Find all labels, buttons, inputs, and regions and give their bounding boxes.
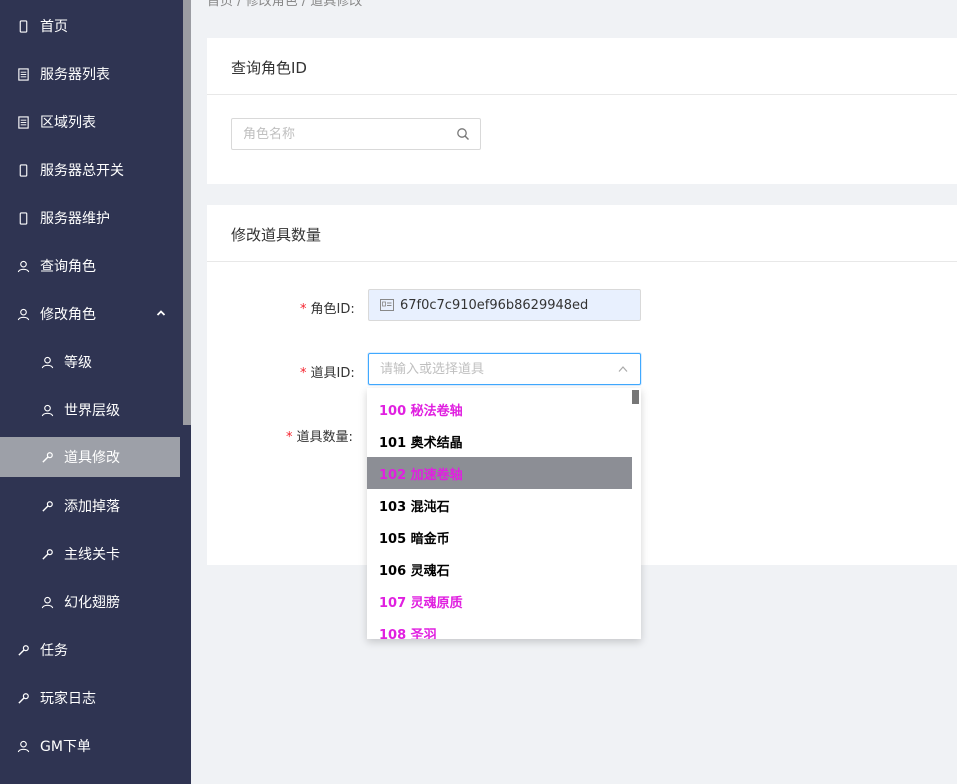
role-id-value: 67f0c7c910ef96b8629948ed: [400, 297, 589, 313]
sidebar-item-gm-order[interactable]: GM下单: [0, 726, 180, 766]
label-colon: :: [350, 302, 355, 317]
user-icon: [40, 595, 54, 609]
option-text: 105 暗金币: [379, 531, 450, 547]
dropdown-scrollbar[interactable]: [632, 390, 639, 404]
wrench-icon: [16, 691, 30, 705]
option-text: 103 混沌石: [379, 499, 450, 515]
option-text: 101 奥术结晶: [379, 435, 463, 451]
list-icon: [16, 115, 30, 129]
chevron-up-icon[interactable]: [618, 365, 628, 373]
dropdown-option-highlighted[interactable]: 102 加速卷轴: [367, 457, 632, 489]
dropdown-option[interactable]: 106 灵魂石: [367, 553, 632, 585]
sidebar-item-home[interactable]: 首页: [0, 6, 180, 46]
sidebar: 首页 服务器列表 区域列表 服务器总开关 服务器维护 查询角色 修改角色 等级 …: [0, 0, 191, 784]
option-text: 106 灵魂石: [379, 563, 450, 579]
sidebar-item-player-log[interactable]: 玩家日志: [0, 678, 180, 718]
sidebar-item-label: 服务器维护: [40, 211, 110, 227]
option-text: 100 秘法卷轴: [379, 403, 463, 419]
role-id-field[interactable]: 67f0c7c910ef96b8629948ed: [368, 289, 641, 321]
breadcrumb: 首页 / 修改角色 / 道具修改: [207, 0, 363, 9]
sidebar-item-label: 修改角色: [40, 307, 96, 323]
item-id-select[interactable]: [368, 353, 641, 385]
sidebar-item-label: 添加掉落: [64, 499, 120, 515]
dropdown-option[interactable]: 100 秘法卷轴: [367, 393, 632, 425]
dropdown-option[interactable]: 103 混沌石: [367, 489, 632, 521]
label-text: 道具ID: [310, 366, 351, 381]
item-id-input[interactable]: [369, 354, 599, 384]
divider: [207, 94, 957, 95]
mobile-icon: [16, 163, 30, 177]
card-title: 查询角色ID: [231, 59, 307, 77]
dropdown-option[interactable]: 101 奥术结晶: [367, 425, 632, 457]
label-colon: :: [350, 366, 355, 381]
user-icon: [16, 739, 30, 753]
sidebar-scrollbar[interactable]: [183, 0, 191, 425]
sidebar-item-label: GM下单: [40, 739, 91, 755]
label-text: 道具数量: [296, 430, 349, 445]
wrench-icon: [16, 643, 30, 657]
chevron-up-icon: [156, 310, 166, 316]
sidebar-item-label: 查询角色: [40, 259, 96, 275]
dropdown-option[interactable]: 107 灵魂原质: [367, 585, 632, 617]
required-mark: *: [286, 430, 293, 445]
sidebar-item-label: 主线关卡: [64, 547, 120, 563]
user-icon: [16, 259, 30, 273]
user-icon: [40, 355, 54, 369]
mobile-icon: [16, 211, 30, 225]
sidebar-item-level[interactable]: 等级: [0, 342, 180, 382]
sidebar-item-item-modify[interactable]: 道具修改: [0, 437, 180, 477]
search-input[interactable]: [232, 119, 432, 149]
sidebar-item-modify-role[interactable]: 修改角色: [0, 294, 180, 334]
role-id-label: * 角色ID:: [300, 298, 355, 317]
option-text: 108 圣羽: [379, 627, 437, 640]
item-count-label: * 道具数量:: [286, 426, 353, 445]
sidebar-item-query-role[interactable]: 查询角色: [0, 246, 180, 286]
sidebar-item-label: 首页: [40, 19, 68, 35]
sidebar-item-label: 玩家日志: [40, 691, 96, 707]
sidebar-item-tasks[interactable]: 任务: [0, 630, 180, 670]
query-role-card: 查询角色ID: [207, 38, 957, 184]
item-dropdown[interactable]: 100 秘法卷轴 101 奥术结晶 102 加速卷轴 103 混沌石 105 暗…: [367, 388, 641, 639]
mobile-icon: [16, 19, 30, 33]
sidebar-item-label: 道具修改: [64, 450, 120, 466]
required-mark: *: [300, 302, 307, 317]
option-text: 102 加速卷轴: [379, 467, 463, 483]
item-id-label: * 道具ID:: [300, 362, 355, 381]
sidebar-item-world-tier[interactable]: 世界层级: [0, 390, 180, 430]
label-text: 角色ID: [310, 302, 351, 317]
sidebar-item-label: 等级: [64, 355, 92, 371]
user-icon: [40, 403, 54, 417]
wrench-icon: [40, 450, 54, 464]
dropdown-option[interactable]: 105 暗金币: [367, 521, 632, 553]
sidebar-item-main-stage[interactable]: 主线关卡: [0, 534, 180, 574]
required-mark: *: [300, 366, 307, 381]
role-name-search[interactable]: [231, 118, 481, 150]
search-icon[interactable]: [456, 127, 470, 141]
sidebar-item-server-list[interactable]: 服务器列表: [0, 54, 180, 94]
sidebar-item-add-drop[interactable]: 添加掉落: [0, 486, 180, 526]
sidebar-item-label: 服务器列表: [40, 67, 110, 83]
dropdown-option[interactable]: 108 圣羽: [367, 617, 632, 640]
option-text: 107 灵魂原质: [379, 595, 463, 611]
sidebar-item-server-maintenance[interactable]: 服务器维护: [0, 198, 180, 238]
sidebar-item-region-list[interactable]: 区域列表: [0, 102, 180, 142]
card-title: 修改道具数量: [231, 226, 322, 244]
list-icon: [16, 67, 30, 81]
wrench-icon: [40, 547, 54, 561]
sidebar-item-label: 幻化翅膀: [64, 595, 120, 611]
wrench-icon: [40, 499, 54, 513]
sidebar-item-label: 世界层级: [64, 403, 120, 419]
id-card-icon: [380, 299, 394, 311]
sidebar-item-label: 区域列表: [40, 115, 96, 131]
sidebar-item-label: 任务: [40, 643, 68, 659]
label-colon: :: [348, 430, 353, 445]
sidebar-item-server-switch[interactable]: 服务器总开关: [0, 150, 180, 190]
user-icon: [16, 307, 30, 321]
divider: [207, 261, 957, 262]
sidebar-item-wings[interactable]: 幻化翅膀: [0, 582, 180, 622]
sidebar-item-label: 服务器总开关: [40, 163, 124, 179]
